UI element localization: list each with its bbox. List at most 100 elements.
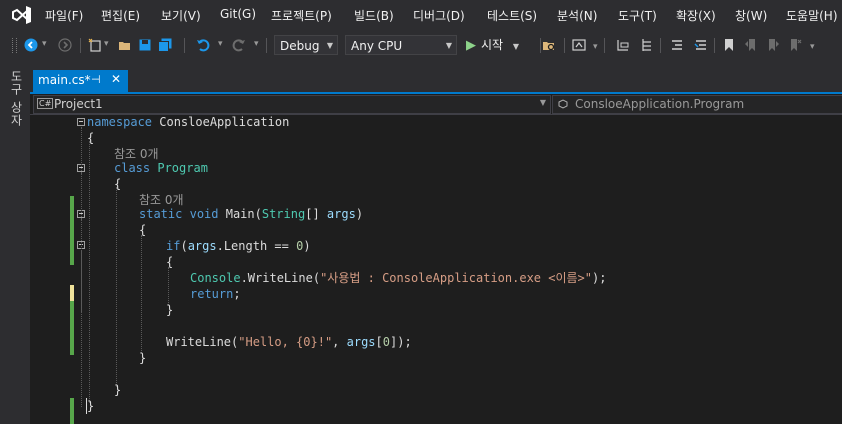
fold-guide-line [81, 250, 82, 312]
redo-icon[interactable] [232, 38, 246, 52]
text-caret [86, 398, 87, 414]
back-dropdown-icon[interactable]: ▾ [42, 39, 47, 49]
save-icon[interactable] [138, 38, 152, 52]
view-dropdown-icon[interactable]: ▾ [593, 42, 598, 52]
new-dropdown-icon[interactable]: ▾ [104, 39, 109, 49]
code-line-console-writeline: Console.WriteLine("사용법 : ConsoleApplicat… [190, 271, 607, 285]
find-in-files-icon[interactable] [542, 38, 556, 52]
menu-view[interactable]: 보기(V) [161, 7, 201, 24]
code-line-namespace: namespace ConsloeApplication [87, 115, 290, 129]
code-line-brace: { [166, 255, 174, 269]
menu-tools[interactable]: 도구(T) [618, 7, 657, 24]
step-into-icon[interactable] [616, 38, 630, 52]
start-label: 시작 [481, 38, 504, 52]
menu-project[interactable]: 프로젝트(P) [271, 7, 332, 24]
menu-edit[interactable]: 편집(E) [101, 7, 140, 24]
menu-build[interactable]: 빌드(B) [354, 7, 394, 24]
project-name: Project1 [54, 97, 103, 111]
solution-platform-dropdown[interactable]: Any CPU ▼ [345, 35, 457, 55]
toolbar-separator [660, 38, 661, 53]
change-indicator-saved [70, 398, 74, 424]
project-dropdown[interactable]: C# Project1 ▼ [33, 95, 551, 114]
forward-icon[interactable] [58, 38, 72, 52]
code-line-brace: { [139, 223, 147, 237]
change-indicator-saved [70, 196, 74, 265]
class-icon [558, 99, 568, 109]
open-folder-icon[interactable] [118, 38, 132, 52]
menu-analyze[interactable]: 분석(N) [557, 7, 597, 24]
undo-dropdown-icon[interactable]: ▾ [218, 39, 223, 49]
toolbar-separator [714, 38, 715, 53]
toolbar-separator [80, 38, 81, 53]
document-tab-bar: main.cs* ⊣ ✕ [30, 60, 842, 92]
platform-value: Any CPU [351, 39, 403, 53]
csharp-project-icon: C# [37, 98, 54, 109]
collapse-namespace-toggle[interactable] [77, 118, 85, 126]
new-project-icon[interactable] [88, 38, 102, 52]
toolbox-tab[interactable]: 도구 상자 [8, 70, 25, 127]
toolbar-separator [266, 38, 267, 53]
menu-bar: 파일(F) 편집(E) 보기(V) Git(G) 프로젝트(P) 빌드(B) 디… [0, 0, 842, 30]
visual-studio-logo-icon[interactable] [11, 5, 33, 25]
toolbar-options-icon[interactable]: ▾ [810, 42, 815, 52]
toolbar-separator [184, 38, 185, 53]
change-indicator-unsaved [70, 285, 74, 301]
chevron-down-icon: ▼ [512, 42, 520, 51]
comment-lines-icon[interactable] [670, 38, 684, 52]
solution-configuration-dropdown[interactable]: Debug ▼ [274, 35, 338, 55]
save-all-icon[interactable] [158, 38, 172, 52]
menu-window[interactable]: 창(W) [735, 7, 767, 24]
code-line-brace: { [87, 131, 95, 145]
toolbar-separator [564, 38, 565, 53]
next-bookmark-icon[interactable] [766, 38, 780, 52]
menu-help[interactable]: 도움말(H) [786, 7, 838, 24]
code-line-main-signature: static void Main(String[] args) [139, 207, 364, 221]
code-line-brace: } [114, 383, 122, 397]
play-icon: ▶ [466, 38, 476, 53]
indent-guide [116, 187, 117, 387]
chevron-down-icon: ▼ [445, 41, 452, 50]
code-line-return: return; [190, 287, 241, 301]
solution-explorer-icon[interactable] [572, 38, 586, 52]
code-line-brace: { [114, 177, 122, 191]
start-debugging-button[interactable]: ▶ 시작 ▼ [466, 36, 519, 54]
code-line-brace: } [87, 399, 95, 413]
menu-file[interactable]: 파일(F) [45, 7, 83, 24]
navigation-bar: C# Project1 ▼ ConsloeApplication.Program [30, 94, 842, 115]
change-indicator-saved [70, 301, 74, 355]
indent-guide [89, 141, 90, 403]
clear-bookmarks-icon[interactable] [788, 38, 802, 52]
toolbox-side-panel: 도구 상자 [0, 60, 30, 424]
code-line-if: if(args.Length == 0) [166, 239, 311, 253]
toolbar-grip[interactable] [12, 38, 17, 53]
code-line-brace: } [139, 351, 147, 365]
menu-git[interactable]: Git(G) [220, 7, 256, 21]
redo-dropdown-icon[interactable]: ▾ [254, 39, 259, 49]
tab-main-cs[interactable]: main.cs* ⊣ ✕ [33, 70, 128, 92]
chevron-down-icon: ▼ [326, 41, 333, 50]
code-line-writeline: WriteLine("Hello, {0}!", args[0]); [166, 335, 412, 349]
undo-icon[interactable] [196, 38, 210, 52]
close-icon[interactable]: ✕ [111, 72, 121, 86]
menu-test[interactable]: 테스트(S) [487, 7, 537, 24]
indent-guide [168, 267, 169, 305]
code-editor[interactable]: namespace ConsloeApplication { 참조 0개 cla… [30, 115, 842, 424]
code-line-class: class Program [114, 161, 208, 175]
back-icon[interactable] [24, 38, 38, 52]
class-view-icon[interactable] [640, 38, 654, 52]
uncomment-lines-icon[interactable] [694, 38, 708, 52]
tab-title: main.cs* [38, 73, 91, 87]
menu-debug[interactable]: 디버그(D) [413, 7, 465, 24]
previous-bookmark-icon[interactable] [744, 38, 758, 52]
bookmark-icon[interactable] [722, 38, 736, 52]
toolbar-separator [604, 38, 605, 53]
chevron-down-icon: ▼ [539, 98, 546, 107]
toolbar-separator [540, 38, 541, 53]
indent-guide [141, 235, 142, 353]
menu-extensions[interactable]: 확장(X) [676, 7, 716, 24]
configuration-value: Debug [280, 39, 320, 53]
class-name: ConsloeApplication.Program [575, 97, 745, 111]
type-dropdown[interactable]: ConsloeApplication.Program [552, 95, 842, 114]
code-line-brace: } [166, 303, 174, 317]
pin-icon[interactable]: ⊣ [91, 73, 101, 86]
